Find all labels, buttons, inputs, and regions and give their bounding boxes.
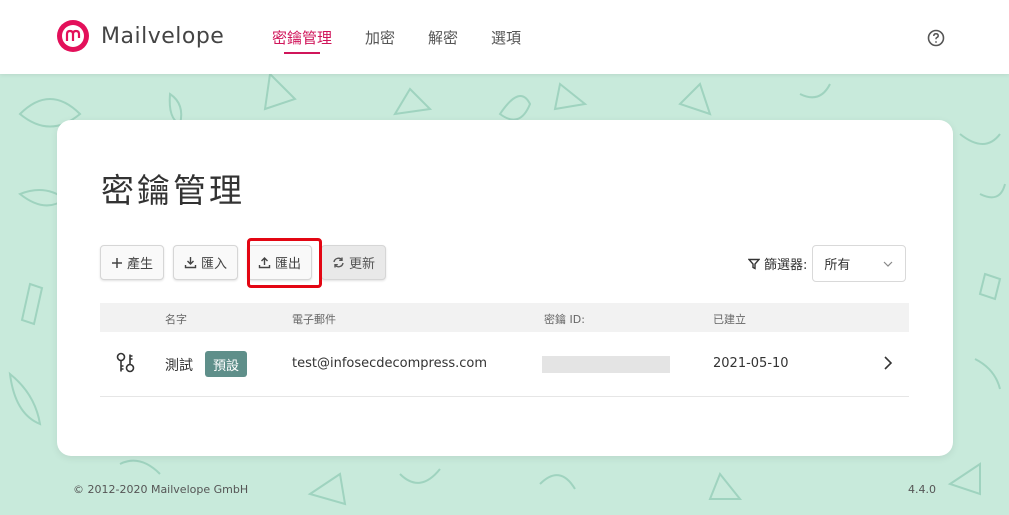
table-row[interactable]: 測試 預設 test@infosecdecompress.com 2021-05… <box>100 332 909 397</box>
refresh-keys-label: 更新 <box>349 257 376 272</box>
upload-icon <box>258 257 271 269</box>
nav-encrypt[interactable]: 加密 <box>365 27 395 57</box>
filter-selected-value: 所有 <box>824 258 851 273</box>
refresh-icon <box>333 257 344 268</box>
filter-label: 篩選器: <box>764 258 808 273</box>
export-key-button[interactable]: 匯出 <box>247 245 313 280</box>
header-name: 名字 <box>165 313 187 326</box>
filter-icon <box>748 258 760 270</box>
key-email: test@infosecdecompress.com <box>292 356 488 371</box>
header-email: 電子郵件 <box>292 313 336 326</box>
chevron-down-icon <box>883 261 893 267</box>
help-icon[interactable] <box>927 29 945 47</box>
mailvelope-logo-icon <box>57 20 89 52</box>
nav-options[interactable]: 選項 <box>491 27 521 57</box>
key-created-date: 2021-05-10 <box>713 356 789 371</box>
nav-keyring[interactable]: 密鑰管理 <box>272 27 332 57</box>
default-badge: 預設 <box>205 351 248 377</box>
import-key-label: 匯入 <box>201 257 228 272</box>
chevron-right-icon[interactable] <box>883 355 893 371</box>
footer-copyright: © 2012-2020 Mailvelope GmbH <box>73 483 249 496</box>
brand-name: Mailvelope <box>101 23 225 49</box>
nav-decrypt[interactable]: 解密 <box>428 27 458 57</box>
keys-table-header: 名字 電子郵件 密鑰 ID: 已建立 <box>100 303 909 332</box>
filter-select[interactable]: 所有 <box>812 245 907 282</box>
header-keyid: 密鑰 ID: <box>544 313 585 326</box>
generate-key-label: 產生 <box>127 257 154 272</box>
key-id-redacted <box>542 356 670 373</box>
brand[interactable]: Mailvelope <box>56 19 224 53</box>
footer-version: 4.4.0 <box>908 483 936 496</box>
keypair-icon <box>116 352 135 373</box>
export-key-label: 匯出 <box>275 257 302 272</box>
page-title: 密鑰管理 <box>101 171 245 210</box>
keyring-card: 密鑰管理 產生 匯入 匯出 更新 篩選器: 所有 名字 電子郵件 密鑰 ID: … <box>57 120 953 456</box>
header-created: 已建立 <box>713 313 746 326</box>
main-nav: 密鑰管理 加密 解密 選項 <box>272 27 554 57</box>
key-name: 測試 <box>165 358 193 374</box>
import-key-button[interactable]: 匯入 <box>173 245 239 280</box>
plus-icon <box>112 257 122 268</box>
top-navbar: Mailvelope 密鑰管理 加密 解密 選項 <box>0 0 1009 74</box>
refresh-keys-button[interactable]: 更新 <box>321 245 387 280</box>
generate-key-button[interactable]: 產生 <box>100 245 165 280</box>
key-toolbar: 產生 匯入 匯出 更新 <box>100 245 395 280</box>
download-icon <box>184 257 197 269</box>
key-filter: 篩選器: 所有 <box>748 245 907 282</box>
